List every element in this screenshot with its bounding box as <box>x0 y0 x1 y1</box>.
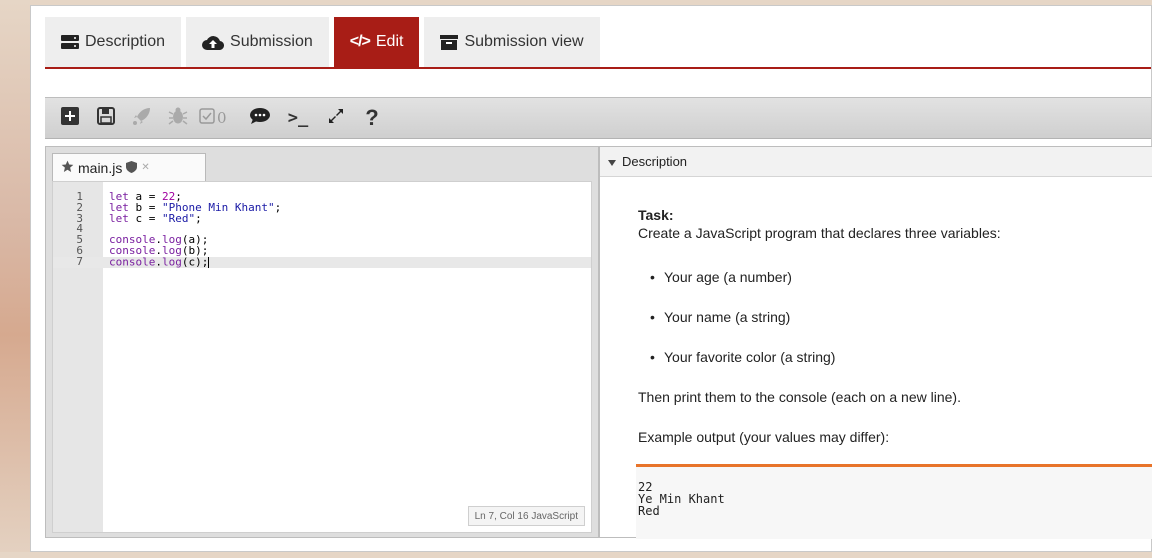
expand-icon <box>327 107 345 130</box>
code-area[interactable]: 1 let a = 22; 2 let b = "Phone Min Khant… <box>52 181 592 533</box>
shield-icon <box>126 160 138 176</box>
list-item: Your favorite color (a string) <box>650 349 1152 365</box>
rocket-icon <box>132 106 152 131</box>
star-icon <box>61 160 74 176</box>
code-line-current: 7 console.log(c); <box>53 254 591 269</box>
caret-down-icon <box>608 154 616 169</box>
code-text: console.log(c); <box>109 255 210 269</box>
example-output: 22 Ye Min Khant Red <box>636 464 1152 539</box>
code-icon: </> <box>349 33 371 50</box>
server-icon <box>61 35 79 49</box>
help-icon: ? <box>365 105 379 130</box>
tab-submission-view-label: Submission view <box>464 33 584 50</box>
tab-underline <box>45 67 1151 69</box>
terminal-icon: >_ <box>287 108 309 128</box>
list-item: Your age (a number) <box>650 269 1152 285</box>
tab-submission[interactable]: Submission <box>186 17 329 67</box>
list-item: Your name (a string) <box>650 309 1152 325</box>
tab-description-label: Description <box>85 33 166 50</box>
help-button[interactable]: ? <box>357 103 387 133</box>
code-editor-pane: main.js ✕ 1 let a = 22; 2 let b = "Phone… <box>45 146 599 538</box>
check-count-button[interactable]: 0 <box>199 108 239 128</box>
description-header[interactable]: Description <box>600 147 1152 177</box>
save-icon <box>97 106 115 130</box>
tab-edit-label: Edit <box>375 33 404 50</box>
requirement-list: Your age (a number) Your name (a string)… <box>638 269 1152 365</box>
file-tab-main[interactable]: main.js ✕ <box>52 153 206 181</box>
comment-icon <box>249 107 271 130</box>
archive-icon <box>440 34 459 50</box>
new-file-icon <box>61 106 79 130</box>
task-text: Create a JavaScript program that declare… <box>638 225 1001 241</box>
tab-description[interactable]: Description <box>45 17 182 67</box>
ide-frame: Description Submission </> Edit Submissi… <box>30 5 1152 552</box>
tab-edit[interactable]: </> Edit <box>333 17 420 67</box>
file-name: main.js <box>78 159 123 176</box>
text-cursor <box>208 256 210 268</box>
cloud-upload-icon <box>202 35 225 50</box>
output-line: Red <box>638 504 660 518</box>
tab-bar: Description Submission </> Edit Submissi… <box>45 17 605 67</box>
background-left <box>0 0 30 558</box>
print-instruction: Then print them to the console (each on … <box>638 389 961 405</box>
description-pane: Description Task: Create a JavaScript pr… <box>599 146 1152 539</box>
code-lines: 1 let a = 22; 2 let b = "Phone Min Khant… <box>53 191 591 269</box>
checkbox-icon <box>199 108 215 128</box>
new-file-button[interactable] <box>55 103 85 133</box>
debug-button[interactable] <box>163 103 193 133</box>
tab-submission-view[interactable]: Submission view <box>424 17 600 67</box>
code-text: let c = "Red"; <box>109 211 202 225</box>
output-line: Ye Min Khant <box>638 492 725 506</box>
editor-toolbar: 0 >_ ? <box>45 97 1151 139</box>
save-button[interactable] <box>91 103 121 133</box>
task-title: Task: <box>638 207 674 223</box>
terminal-button[interactable]: >_ <box>281 103 315 133</box>
close-tab-icon[interactable]: ✕ <box>141 162 149 173</box>
comment-button[interactable] <box>245 103 275 133</box>
bug-icon <box>168 106 188 131</box>
editor-status: Ln 7, Col 16 JavaScript <box>467 506 585 526</box>
tab-submission-label: Submission <box>230 33 313 50</box>
description-body: Task: Create a JavaScript program that d… <box>638 207 1152 445</box>
check-count: 0 <box>217 109 227 127</box>
example-caption: Example output (your values may differ): <box>638 429 890 445</box>
expand-button[interactable] <box>321 103 351 133</box>
code-line: 3 let c = "Red"; <box>53 211 591 225</box>
description-header-label: Description <box>622 154 688 169</box>
background-bottom <box>0 552 1152 558</box>
run-button[interactable] <box>127 103 157 133</box>
line-number: 7 <box>76 254 83 268</box>
